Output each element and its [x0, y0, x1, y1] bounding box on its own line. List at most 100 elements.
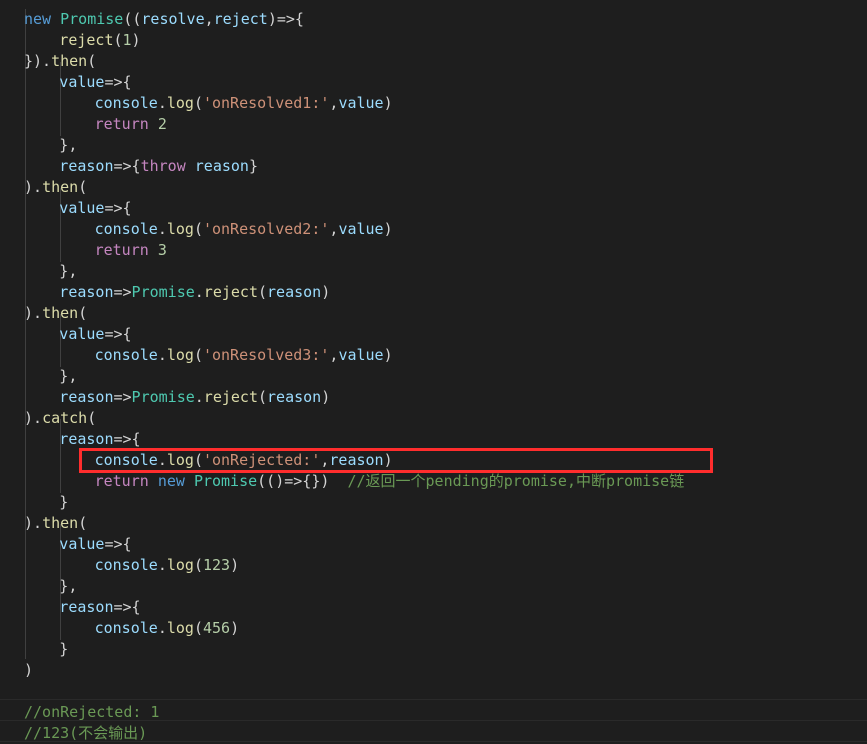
token-pun: . — [157, 619, 167, 637]
code-line[interactable]: } — [0, 639, 867, 660]
token-fn: then — [42, 178, 79, 196]
token-pun: =>{ — [104, 535, 132, 553]
token-num: 456 — [202, 619, 231, 637]
code-line-text: }, — [24, 136, 77, 154]
code-line[interactable]: value=>{ — [0, 534, 867, 555]
code-line-text: console.log('onResolved1:',value) — [24, 94, 393, 112]
token-pun: ) — [230, 619, 240, 637]
code-line[interactable]: }).then( — [0, 51, 867, 72]
token-fn: log — [166, 619, 194, 637]
code-line[interactable]: reason=>Promise.reject(reason) — [0, 282, 867, 303]
code-line-text: value=>{ — [24, 535, 132, 553]
code-line[interactable]: return 3 — [0, 240, 867, 261]
code-line-text: reject(1) — [24, 31, 140, 49]
token-pun: ). — [24, 178, 43, 196]
token-var: reason — [59, 388, 114, 406]
token-pun: ) — [321, 388, 331, 406]
token-var: console — [94, 346, 158, 364]
token-str: 'onResolved1:' — [202, 94, 330, 112]
token-str: 'onRejected:' — [202, 451, 321, 469]
code-line[interactable]: return new Promise(()=>{}) //返回一个pending… — [0, 471, 867, 492]
token-pun: )=>{ — [267, 10, 304, 28]
code-line-text: reason=>{ — [24, 598, 140, 616]
code-line-text: ).then( — [24, 514, 87, 532]
token-var: reason — [194, 157, 249, 175]
token-pun: ) — [383, 94, 393, 112]
code-line[interactable]: ).then( — [0, 303, 867, 324]
token-pun: ( — [78, 304, 88, 322]
token-pun: ( — [193, 94, 203, 112]
token-var: value — [59, 325, 105, 343]
token-pun: =>{ — [104, 73, 132, 91]
code-line[interactable]: console.log('onResolved3:',value) — [0, 345, 867, 366]
code-line[interactable]: console.log('onRejected:',reason) — [0, 450, 867, 471]
token-var: value — [338, 94, 384, 112]
code-line-text: }, — [24, 367, 77, 385]
token-fn: log — [166, 220, 194, 238]
token-str: 'onResolved2:' — [202, 220, 330, 238]
token-pun: } — [59, 640, 69, 658]
token-pun: . — [157, 220, 167, 238]
code-line[interactable]: return 2 — [0, 114, 867, 135]
token-pun: ) — [383, 451, 393, 469]
code-line[interactable]: } — [0, 492, 867, 513]
token-pun: }). — [24, 52, 52, 70]
token-ctl: return — [94, 472, 158, 490]
token-pun: . — [194, 283, 204, 301]
code-line[interactable]: ).then( — [0, 177, 867, 198]
token-var: reason — [59, 598, 114, 616]
code-line[interactable]: value=>{ — [0, 324, 867, 345]
code-line[interactable]: new Promise((resolve,reject)=>{ — [0, 9, 867, 30]
token-typ: Promise — [131, 388, 195, 406]
token-fn: reject — [203, 283, 258, 301]
token-pun: ( — [87, 52, 97, 70]
token-pun: ( — [193, 451, 203, 469]
token-pun: }, — [59, 262, 78, 280]
code-line[interactable]: }, — [0, 135, 867, 156]
code-line[interactable]: ).catch( — [0, 408, 867, 429]
code-line[interactable]: console.log(123) — [0, 555, 867, 576]
code-line-text: new Promise((resolve,reject)=>{ — [24, 10, 304, 28]
token-pun: , — [204, 10, 214, 28]
code-editor[interactable]: new Promise((resolve,reject)=>{ reject(1)… — [0, 0, 867, 744]
code-line[interactable]: }, — [0, 366, 867, 387]
token-var: console — [94, 451, 158, 469]
code-line[interactable]: console.log(456) — [0, 618, 867, 639]
code-line[interactable]: ) — [0, 660, 867, 681]
token-num: 2 — [157, 115, 167, 133]
code-line[interactable]: reason=>{throw reason} — [0, 156, 867, 177]
code-line-text: console.log(456) — [24, 619, 240, 637]
code-line[interactable] — [0, 0, 867, 9]
code-line-text: } — [24, 640, 68, 658]
code-line-text: ).catch( — [24, 409, 96, 427]
token-pun: ( — [193, 556, 203, 574]
code-line[interactable]: reject(1) — [0, 30, 867, 51]
code-line[interactable]: reason=>Promise.reject(reason) — [0, 387, 867, 408]
token-var: reason — [329, 451, 384, 469]
token-typ: Promise — [193, 472, 258, 490]
code-line-text: reason=>{throw reason} — [24, 157, 258, 175]
code-line[interactable]: value=>{ — [0, 198, 867, 219]
token-var: console — [94, 556, 158, 574]
code-line[interactable]: console.log('onResolved1:',value) — [0, 93, 867, 114]
token-pun: =>{ — [104, 199, 132, 217]
token-pun: ( — [78, 178, 88, 196]
code-line[interactable]: reason=>{ — [0, 429, 867, 450]
token-pun: ) — [383, 346, 393, 364]
token-var: value — [59, 199, 105, 217]
code-line[interactable]: }, — [0, 261, 867, 282]
token-var: reason — [267, 283, 322, 301]
code-line[interactable]: value=>{ — [0, 72, 867, 93]
code-line[interactable]: reason=>{ — [0, 597, 867, 618]
token-fn: log — [166, 94, 194, 112]
code-surface[interactable]: new Promise((resolve,reject)=>{ reject(1)… — [0, 0, 867, 744]
code-line-text: }, — [24, 262, 77, 280]
token-pun: ( — [257, 283, 268, 301]
code-line-text: }, — [24, 577, 77, 595]
code-line[interactable]: console.log('onResolved2:',value) — [0, 219, 867, 240]
token-pun: ( — [193, 346, 203, 364]
token-pun: ) — [24, 661, 34, 679]
code-line[interactable]: ).then( — [0, 513, 867, 534]
token-cmt: //onRejected: 1 — [24, 703, 160, 721]
code-line[interactable]: }, — [0, 576, 867, 597]
